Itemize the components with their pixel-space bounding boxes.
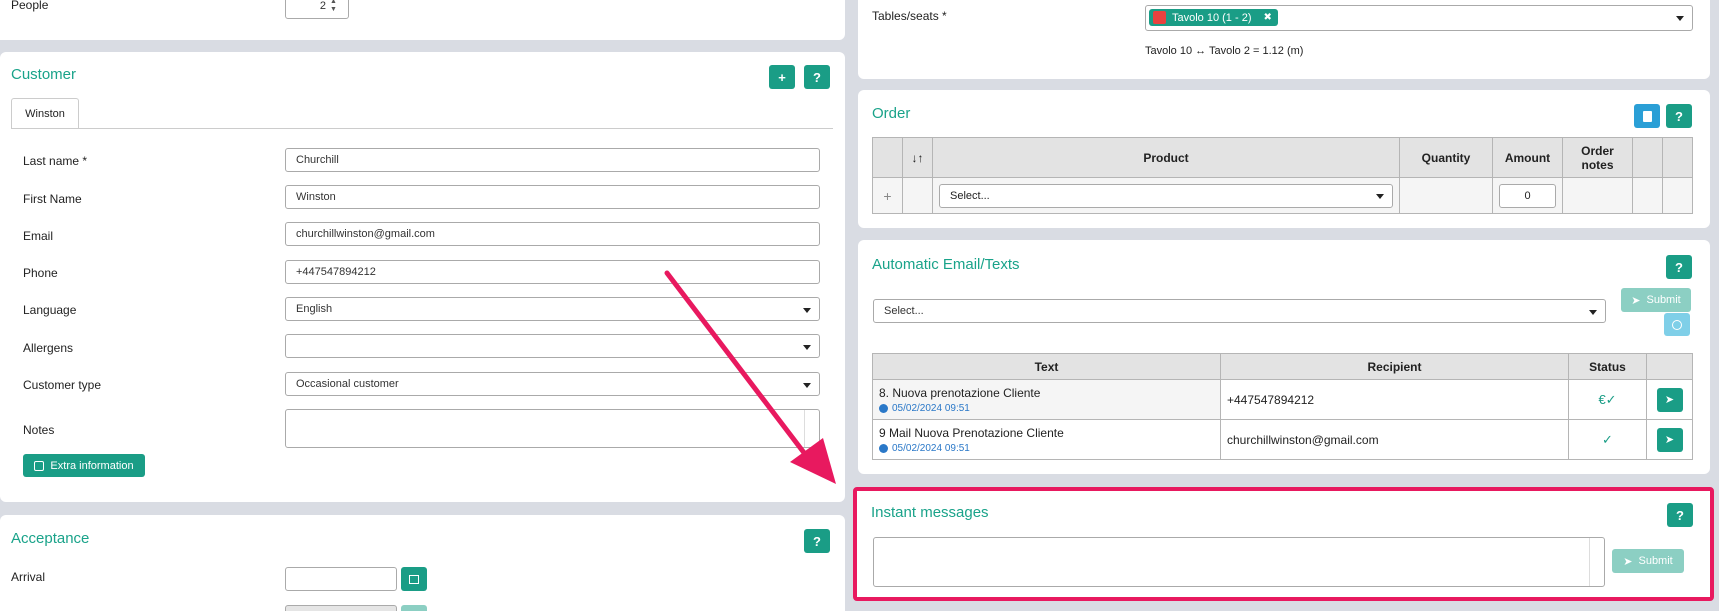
annotation-arrow: [664, 270, 836, 484]
